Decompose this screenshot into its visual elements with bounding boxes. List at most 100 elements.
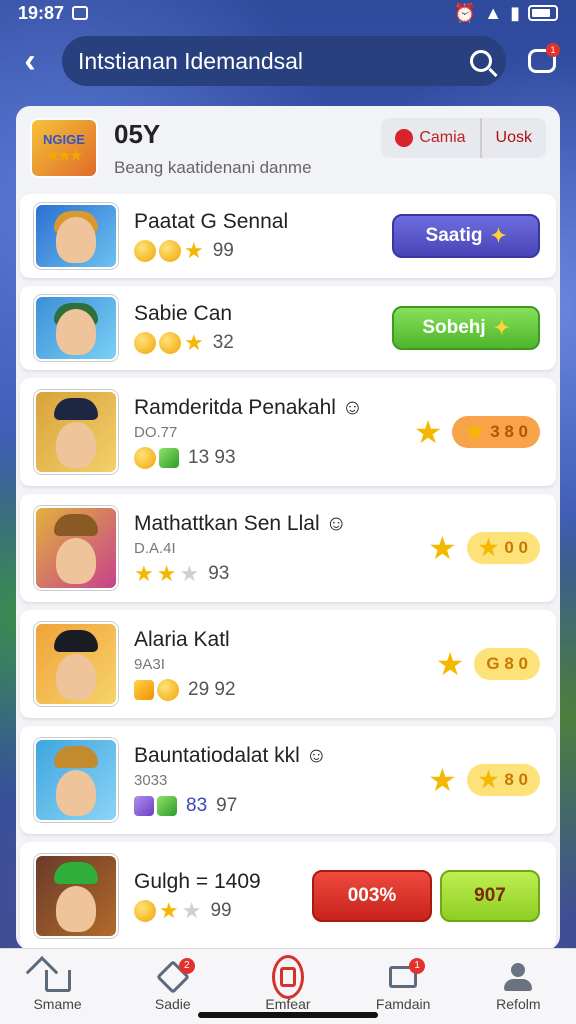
player-count: 29 92 <box>188 678 236 700</box>
notification-icon <box>72 6 89 20</box>
accept-button-label: 907 <box>474 885 506 906</box>
sparkle-icon: ✦ <box>490 225 507 247</box>
coin-icon <box>134 332 156 354</box>
search-field[interactable]: Intstianan Idemandsal <box>62 36 506 86</box>
rating-group: ★ ★ 0 0 <box>428 529 540 567</box>
star-icon: ★ <box>184 330 204 355</box>
status-time: 19:87 <box>18 2 65 23</box>
star-icon: ★ <box>435 646 465 682</box>
player-count: 93 <box>208 562 230 584</box>
list-item[interactable]: Bauntatiodalat kkl ☺ 3033 83 97 ★ ★ 8 0 <box>20 726 556 834</box>
nav-badge: 2 <box>178 957 195 974</box>
heart-icon <box>395 129 414 147</box>
tab-games[interactable]: Camia <box>381 118 479 158</box>
player-count: 13 93 <box>188 446 236 468</box>
wifi-icon: ▲ <box>484 2 503 23</box>
nav-item-center[interactable]: Emfear <box>238 954 338 1012</box>
list-item[interactable]: Paatat G Sennal ★ 99 Saatig ✦ <box>20 194 556 278</box>
player-count: 97 <box>216 794 238 816</box>
star-icon: ★ <box>156 560 177 586</box>
emoji-icon: ☺ <box>325 511 347 535</box>
coin-icon <box>134 240 156 262</box>
alarm-icon: ⏰ <box>453 2 477 23</box>
nav-label: Famdain <box>375 995 431 1012</box>
player-count: 99 <box>210 900 232 921</box>
rating-pill[interactable]: ★ 3 8 0 <box>452 416 540 448</box>
star-icon: ★ <box>413 414 443 450</box>
sparkle-icon: ✦ <box>493 317 510 339</box>
rating-value: 3 8 0 <box>490 422 528 441</box>
player-avatar <box>34 506 118 590</box>
list-item[interactable]: Gulgh = 1409 ★ ★ 99 003% 907 <box>20 842 556 950</box>
home-indicator[interactable] <box>198 1012 378 1018</box>
panel-title: 05Y <box>114 118 161 149</box>
panel-subtitle: Beang kaatidenani danme <box>114 157 312 177</box>
status-bar: 19:87 ⏰ ▲ ▮ <box>0 0 576 26</box>
game-list: Paatat G Sennal ★ 99 Saatig ✦ Sabie Can … <box>16 194 560 950</box>
rating-value: 0 0 <box>504 538 528 557</box>
panel-tabs: Camia Uosk <box>381 118 546 158</box>
player-avatar <box>34 738 118 822</box>
coin-icon <box>157 678 179 701</box>
back-arrow-icon: ‹ <box>24 41 36 80</box>
play-center-icon <box>271 954 304 999</box>
back-button[interactable]: ‹ <box>14 42 46 81</box>
player-count-primary: 83 <box>186 794 208 816</box>
profile-icon <box>504 962 533 991</box>
coin-icon <box>134 446 156 469</box>
list-item[interactable]: Sabie Can ★ 32 Sobehj ✦ <box>20 286 556 370</box>
logo-stars-icon: ★★★ <box>46 147 83 163</box>
play-button[interactable]: Saatig ✦ <box>392 214 540 258</box>
search-icon[interactable] <box>470 50 492 72</box>
battery-icon <box>528 5 558 21</box>
emoji-icon: ☺ <box>305 743 328 767</box>
star-empty-icon: ★ <box>179 560 200 586</box>
star-icon: ★ <box>478 535 499 560</box>
star-empty-icon: ★ <box>181 898 202 923</box>
gem-icon <box>157 795 177 816</box>
rating-pill[interactable]: G 8 0 <box>474 648 540 680</box>
player-avatar <box>34 390 118 474</box>
list-item[interactable]: Alaria Katl 9A3I 29 92 ★ G 8 0 <box>20 610 556 718</box>
list-item[interactable]: Mathattkan Sen Llal ☺ D.A.4I ★ ★ ★ 93 ★ … <box>20 494 556 602</box>
logo-text: NGIGE <box>43 132 85 147</box>
emoji-icon: ☺ <box>341 395 364 419</box>
coin-icon <box>159 332 181 354</box>
nav-badge: 1 <box>409 957 426 974</box>
player-avatar <box>34 622 118 706</box>
star-icon: ★ <box>184 238 204 263</box>
coin-icon <box>134 900 156 922</box>
nav-label: Refolm <box>496 995 541 1012</box>
rating-group: ★ ★ 3 8 0 <box>414 413 540 451</box>
tab-games-label: Camia <box>419 129 466 146</box>
tab-user-label: Uosk <box>495 129 532 146</box>
tab-user[interactable]: Uosk <box>479 118 546 158</box>
star-icon: ★ <box>159 898 179 923</box>
gem-icon <box>134 679 154 700</box>
signal-icon: ▮ <box>510 2 520 23</box>
star-icon: ★ <box>427 530 457 566</box>
rating-value: G 8 0 <box>486 654 528 673</box>
rating-value: 8 0 <box>504 770 528 789</box>
search-input-text[interactable]: Intstianan Idemandsal <box>78 48 470 75</box>
join-button-label: Sobehj <box>422 317 486 338</box>
rating-group: ★ G 8 0 <box>436 645 540 683</box>
accept-button[interactable]: 907 <box>440 870 540 922</box>
nav-item-home[interactable]: Smame <box>8 962 108 1012</box>
player-count: 32 <box>212 332 234 353</box>
list-item[interactable]: Ramderitda Penakahl ☺ DO.77 13 93 ★ ★ 3 … <box>20 378 556 486</box>
decline-button[interactable]: 003% <box>312 870 432 922</box>
join-button[interactable]: Sobehj ✦ <box>392 306 540 350</box>
nav-item-news[interactable]: 1 Famdain <box>353 957 453 1012</box>
panel-header: NGIGE ★★★ 05Y Beang kaatidenani danme Ca… <box>16 106 560 190</box>
chat-button[interactable]: 1 <box>522 41 562 81</box>
player-avatar <box>34 295 118 361</box>
star-icon: ★ <box>427 762 457 798</box>
nav-item-store[interactable]: 2 Sadie <box>123 957 223 1012</box>
rating-pill[interactable]: ★ 0 0 <box>466 532 540 564</box>
game-logo: NGIGE ★★★ <box>30 118 98 178</box>
rating-group: ★ ★ 8 0 <box>428 761 540 799</box>
rating-pill[interactable]: ★ 8 0 <box>466 764 540 796</box>
nav-item-profile[interactable]: Refolm <box>468 962 568 1012</box>
player-avatar <box>34 854 118 938</box>
